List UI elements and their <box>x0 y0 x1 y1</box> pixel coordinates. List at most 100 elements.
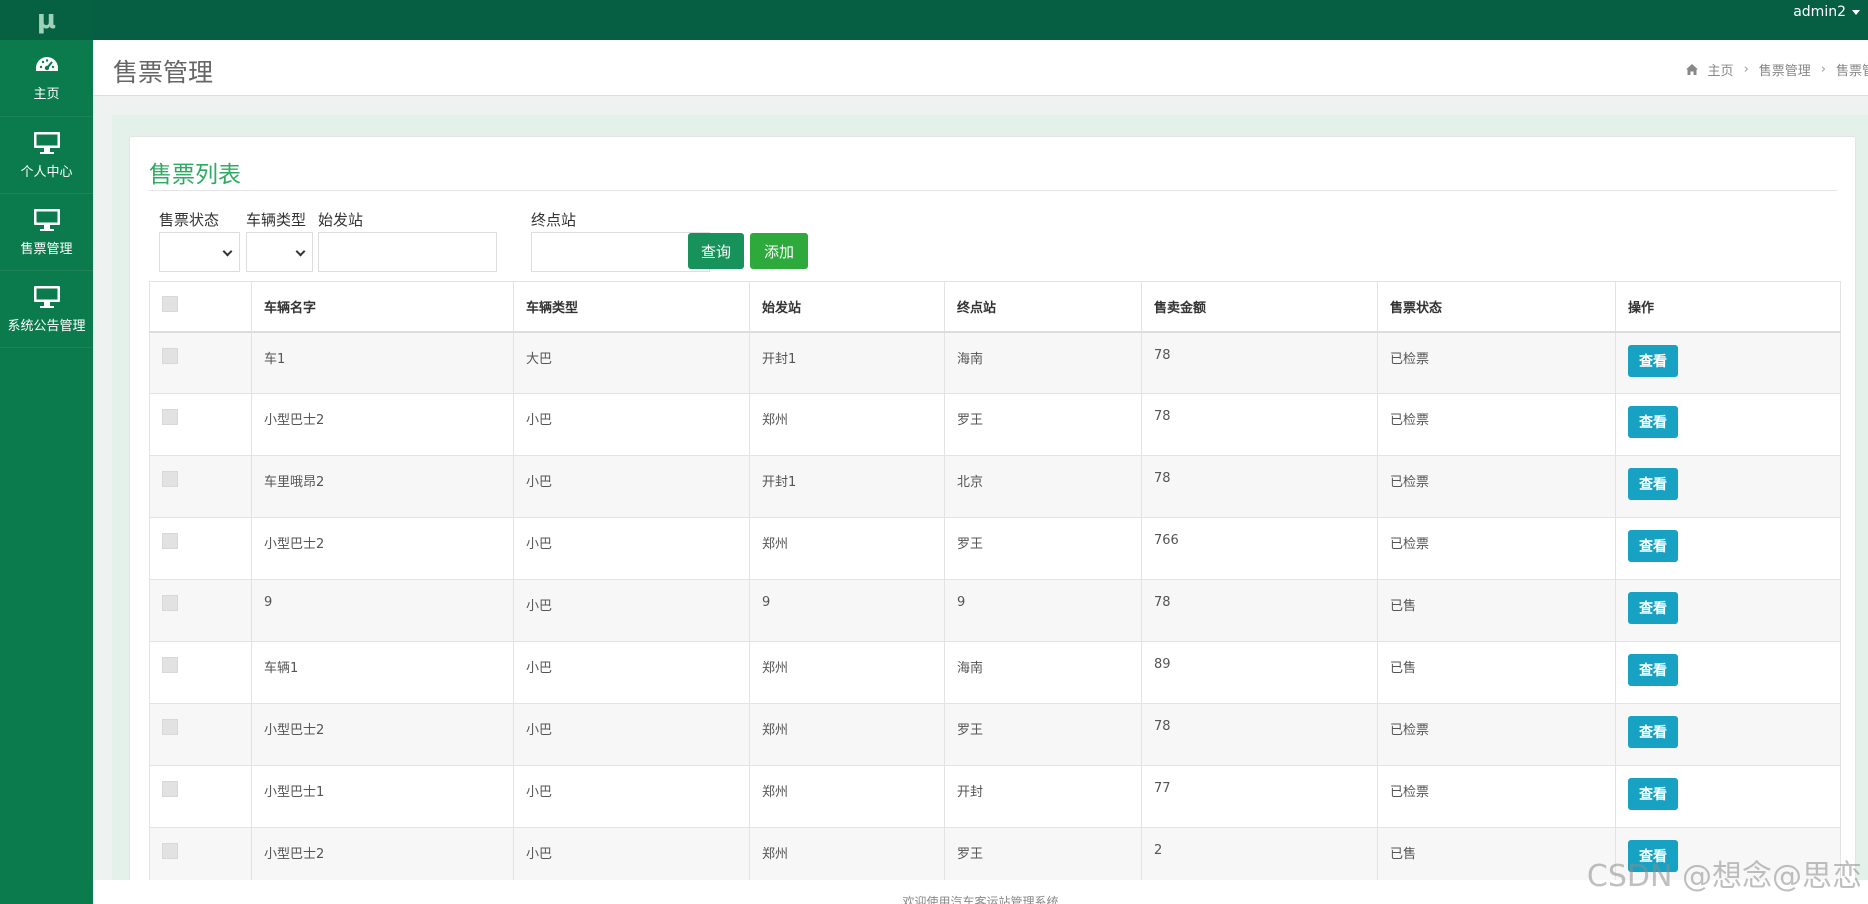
table-row: 车1 大巴 开封1 海南 78 已检票 查看 <box>149 331 1841 394</box>
row-checkbox[interactable] <box>162 719 178 735</box>
cell-amount: 77 <box>1141 765 1378 828</box>
column-header: 车辆名字 <box>251 281 514 333</box>
cell-actions: 查看 <box>1615 331 1841 394</box>
type-filter-label: 车辆类型 <box>246 211 307 229</box>
query-button[interactable]: 查询 <box>688 233 744 269</box>
cell-type: 小巴 <box>513 703 750 766</box>
breadcrumb-section[interactable]: 售票管理 <box>1759 60 1811 79</box>
row-checkbox[interactable] <box>162 471 178 487</box>
sidebar-item-label: 系统公告管理 <box>7 318 86 334</box>
view-button[interactable]: 查看 <box>1628 406 1678 438</box>
ticket-table: 车辆名字 车辆类型 始发站 终点站 售卖金额 售票状态 操作 车1 大巴 开封1 海南… <box>149 281 1841 890</box>
row-checkbox[interactable] <box>162 533 178 549</box>
row-select-cell <box>149 641 252 704</box>
view-button[interactable]: 查看 <box>1628 778 1678 810</box>
chevron-right-icon: › <box>1820 62 1826 77</box>
cell-start: 郑州 <box>749 703 945 766</box>
table-row: 9 小巴 9 9 78 已售 查看 <box>149 579 1841 642</box>
sidebar-item-announcement-management[interactable]: 系统公告管理 <box>0 271 93 348</box>
sidebar-item-profile[interactable]: 个人中心 <box>0 117 93 194</box>
cell-actions: 查看 <box>1615 579 1841 642</box>
cell-status: 已检票 <box>1377 393 1616 456</box>
cell-actions: 查看 <box>1615 393 1841 456</box>
cell-status: 已检票 <box>1377 765 1616 828</box>
view-button[interactable]: 查看 <box>1628 468 1678 500</box>
cell-end: 开封 <box>944 765 1142 828</box>
cell-end: 罗王 <box>944 393 1142 456</box>
cell-type: 小巴 <box>513 517 750 580</box>
end-filter-label: 终点站 <box>531 211 577 229</box>
row-select-cell <box>149 517 252 580</box>
select-all-cell <box>149 281 252 333</box>
view-button[interactable]: 查看 <box>1628 530 1678 562</box>
cell-status: 已检票 <box>1377 703 1616 766</box>
row-checkbox[interactable] <box>162 347 178 364</box>
monitor-icon <box>33 285 60 308</box>
cell-status: 已检票 <box>1377 455 1616 518</box>
cell-amount: 78 <box>1141 331 1378 394</box>
start-station-input[interactable] <box>318 232 497 272</box>
column-header: 售卖金额 <box>1141 281 1378 333</box>
add-button[interactable]: 添加 <box>750 233 808 269</box>
cell-actions: 查看 <box>1615 641 1841 704</box>
view-button[interactable]: 查看 <box>1628 654 1678 686</box>
row-checkbox[interactable] <box>162 657 178 673</box>
user-menu[interactable]: admin2 <box>1793 4 1860 20</box>
view-button[interactable]: 查看 <box>1628 344 1678 377</box>
cell-start: 开封1 <box>749 455 945 518</box>
cell-name: 车辆1 <box>251 641 514 704</box>
breadcrumb: 主页 › 售票管理 › 售票管理 <box>1685 60 1868 79</box>
end-station-input[interactable] <box>531 232 710 272</box>
sidebar-item-ticket-management[interactable]: 售票管理 <box>0 194 93 271</box>
cell-name: 小型巴士1 <box>251 765 514 828</box>
select-all-checkbox[interactable] <box>162 296 178 313</box>
cell-actions: 查看 <box>1615 517 1841 580</box>
type-select[interactable] <box>246 232 313 272</box>
view-button[interactable]: 查看 <box>1628 592 1678 624</box>
table-header-row: 车辆名字 车辆类型 始发站 终点站 售卖金额 售票状态 操作 <box>149 281 1841 333</box>
cell-amount: 766 <box>1141 517 1378 580</box>
cell-status: 已售 <box>1377 579 1616 642</box>
cell-start: 郑州 <box>749 765 945 828</box>
page-title: 售票管理 <box>113 58 214 87</box>
row-checkbox[interactable] <box>162 595 178 611</box>
cell-type: 大巴 <box>513 331 750 394</box>
cell-start: 郑州 <box>749 517 945 580</box>
sidebar-item-label: 主页 <box>33 86 60 102</box>
column-header: 终点站 <box>944 281 1142 333</box>
breadcrumb-home[interactable]: 主页 <box>1708 60 1734 79</box>
page-header: 售票管理 主页 › 售票管理 › 售票管理 <box>93 40 1868 96</box>
status-select[interactable] <box>159 232 240 272</box>
sidebar-item-home[interactable]: 主页 <box>0 40 93 117</box>
app-logo[interactable]: μ <box>0 0 93 40</box>
status-filter-label: 售票状态 <box>159 211 220 229</box>
table-row: 小型巴士2 小巴 郑州 罗王 78 已检票 查看 <box>149 393 1841 456</box>
table-row: 车里哦昂2 小巴 开封1 北京 78 已检票 查看 <box>149 455 1841 518</box>
cell-actions: 查看 <box>1615 765 1841 828</box>
cell-actions: 查看 <box>1615 703 1841 766</box>
view-button[interactable]: 查看 <box>1628 716 1678 748</box>
monitor-icon <box>33 208 60 231</box>
cell-start: 郑州 <box>749 393 945 456</box>
row-select-cell <box>149 331 252 394</box>
cell-name: 9 <box>251 579 514 642</box>
cell-name: 小型巴士2 <box>251 393 514 456</box>
cell-amount: 78 <box>1141 579 1378 642</box>
cell-amount: 78 <box>1141 393 1378 456</box>
username: admin2 <box>1793 4 1846 20</box>
sidebar: μ 主页 个人中心 售票管理 系统公告管理 <box>0 0 93 904</box>
start-filter-label: 始发站 <box>318 211 364 229</box>
chevron-down-icon <box>222 246 233 257</box>
cell-status: 已检票 <box>1377 517 1616 580</box>
cell-type: 小巴 <box>513 455 750 518</box>
divider <box>149 190 1837 191</box>
row-checkbox[interactable] <box>162 843 178 859</box>
cell-name: 小型巴士2 <box>251 703 514 766</box>
row-checkbox[interactable] <box>162 781 178 797</box>
cell-start: 开封1 <box>749 331 945 394</box>
caret-down-icon <box>1852 9 1860 15</box>
topbar: admin2 <box>93 0 1868 40</box>
breadcrumb-current: 售票管理 <box>1835 64 1868 79</box>
home-icon <box>1685 64 1698 75</box>
row-checkbox[interactable] <box>162 409 178 425</box>
